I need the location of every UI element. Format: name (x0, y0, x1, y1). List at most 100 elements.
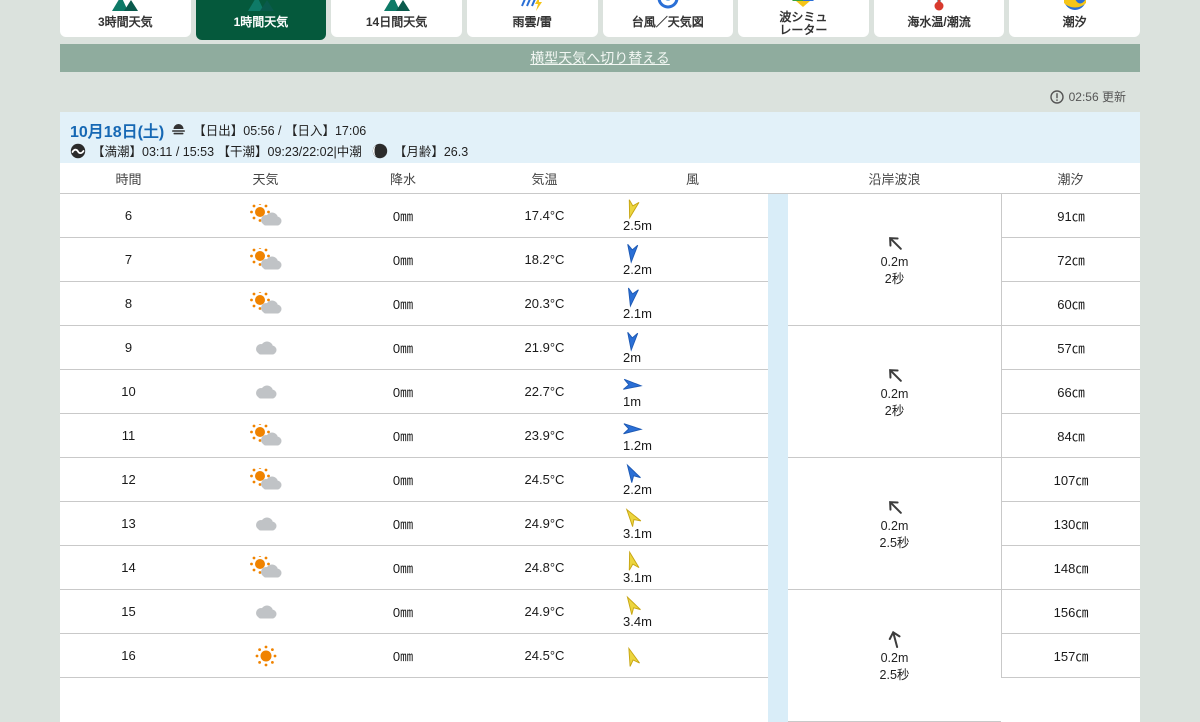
wave-height: 0.2m (880, 650, 909, 665)
weather-cloudy-icon (249, 600, 283, 624)
coastal-wave-cell: 0.2m 2秒 (788, 326, 1001, 458)
tab-5[interactable]: 台風／天気図 (602, 0, 734, 37)
wind-speed: 2.2m (623, 262, 652, 277)
wind-speed: 3.4m (623, 614, 652, 629)
wave-direction-arrow-icon (884, 232, 906, 254)
weather-icon-cell (197, 546, 334, 590)
wave-direction-arrow-icon (884, 496, 906, 518)
weather-icon-cell (197, 502, 334, 546)
tab-label: 14日間天気 (365, 15, 428, 29)
weather-mountain-icon (60, 0, 191, 13)
update-time-text: 02:56 更新 (1068, 90, 1126, 104)
tide-cell: 156㎝ (1001, 590, 1140, 634)
wave-direction-arrow-icon (884, 628, 906, 650)
weather-cloudy-icon (249, 380, 283, 404)
precip-cell: 0㎜ (334, 546, 472, 590)
wind-cell: 3.1m (617, 502, 768, 546)
weather-partly-icon (249, 423, 283, 448)
column-header: 風 (685, 171, 699, 187)
wind-direction-arrow-icon (621, 198, 643, 220)
tide-cell: 107㎝ (1001, 458, 1140, 502)
wind-direction-arrow-icon (621, 550, 643, 572)
wind-direction-arrow-icon (621, 374, 643, 396)
tab-label: 3時間天気 (97, 15, 153, 29)
tide-wave-icon (70, 143, 86, 159)
temp-cell: 18.2°C (472, 238, 617, 282)
temp-cell: 17.4°C (472, 194, 617, 238)
tide-times: 【満潮】03:11 / 15:53 【干潮】09:23/22:02|中潮 (92, 145, 362, 159)
tide-cell: 72㎝ (1001, 238, 1140, 282)
hour-cell: 15 (60, 590, 197, 634)
tide-cell: 84㎝ (1001, 414, 1140, 458)
wind-cell: 2.2m (617, 458, 768, 502)
wind-direction-arrow-icon (621, 506, 643, 528)
tab-label: 台風／天気図 (631, 15, 704, 29)
moon-age: 【月齢】26.3 (393, 145, 469, 159)
tab-1[interactable]: 3時間天気 (60, 0, 191, 37)
weather-mountain-icon (196, 0, 327, 13)
hour-cell: 16 (60, 634, 197, 678)
wind-speed: 2.1m (623, 306, 652, 321)
weather-icon-cell (197, 458, 334, 502)
wave-period: 2.5秒 (879, 535, 910, 550)
wave-period: 2秒 (884, 271, 905, 286)
wind-cell: 3.1m (617, 546, 768, 590)
hour-cell: 9 (60, 326, 197, 370)
weather-icon-cell (197, 370, 334, 414)
temp-cell: 22.7°C (472, 370, 617, 414)
weather-cloudy-icon (249, 512, 283, 536)
precip-cell: 0㎜ (334, 238, 472, 282)
tab-8[interactable]: 潮汐 (1009, 0, 1140, 37)
hour-cell: 12 (60, 458, 197, 502)
wave-direction-arrow-icon (884, 364, 906, 386)
wind-cell: 1.2m (617, 414, 768, 458)
wind-cell: 3.4m (617, 590, 768, 634)
hour-cell: 7 (60, 238, 197, 282)
table-header-row: 時間 天気 降水 気温 風 沿岸波浪 潮汐 (60, 163, 1140, 194)
weather-partly-icon (249, 203, 283, 228)
tab-6[interactable]: 波シミュ レーター (738, 0, 869, 37)
tab-4[interactable]: 雨雲/雷 (466, 0, 598, 37)
weather-icon-cell (197, 414, 334, 458)
temp-cell: 24.8°C (472, 546, 617, 590)
precip-cell: 0㎜ (334, 370, 472, 414)
switch-layout-bar: 横型天気へ切り替える (60, 44, 1140, 72)
rain-lightning-icon (467, 0, 598, 13)
tab-label: 潮汐 (1062, 15, 1087, 29)
forecast-tab-bar: 3時間天気 1時間天気 14日間天気 雨雲/雷 台風／天気図 波シミュ レーター 海水温/潮… (60, 0, 1140, 40)
wind-direction-arrow-icon (621, 330, 643, 352)
weather-icon-cell (197, 238, 334, 282)
wave-height: 0.2m (880, 386, 909, 401)
tab-2[interactable]: 1時間天気 (195, 0, 327, 40)
switch-layout-link[interactable]: 横型天気へ切り替える (530, 48, 670, 68)
hour-cell: 11 (60, 414, 197, 458)
precip-cell: 0㎜ (334, 414, 472, 458)
date-header: 10月18日(土) 【日出】05:56 / 【日入】17:06 【満潮】03:1… (60, 112, 1140, 163)
coastal-wave-cell: 0.2m 2.5秒 (788, 458, 1001, 590)
wind-speed: 2m (623, 350, 642, 365)
temp-cell: 24.5°C (472, 458, 617, 502)
tab-7[interactable]: 海水温/潮流 (873, 0, 1005, 37)
wind-cell: 2.5m (617, 194, 768, 238)
tide-cell: 66㎝ (1001, 370, 1140, 414)
tide-cell: 148㎝ (1001, 546, 1140, 590)
coastal-wave-cell: 0.2m 2秒 (788, 194, 1001, 326)
tab-label: 海水温/潮流 (907, 15, 971, 29)
precip-cell: 0㎜ (334, 634, 472, 678)
wind-speed: 1.2m (623, 438, 652, 453)
wind-speed: 3.1m (623, 570, 652, 585)
weather-sunny-icon (249, 644, 283, 668)
wave-sim-icon (738, 0, 869, 8)
hour-cell: 6 (60, 194, 197, 238)
typhoon-icon (603, 0, 734, 13)
wind-direction-arrow-icon (621, 286, 643, 308)
wind-cell: 2m (617, 326, 768, 370)
coastal-wave-cell: 0.2m 2.5秒 (788, 590, 1001, 722)
column-header: 降水 (389, 171, 416, 187)
wave-period: 2.5秒 (879, 667, 910, 682)
tab-label: 1時間天気 (233, 15, 289, 29)
tab-label: 雨雲/雷 (512, 15, 552, 29)
weather-icon-cell (197, 590, 334, 634)
wave-height: 0.2m (880, 254, 909, 269)
tab-3[interactable]: 14日間天気 (331, 0, 462, 37)
